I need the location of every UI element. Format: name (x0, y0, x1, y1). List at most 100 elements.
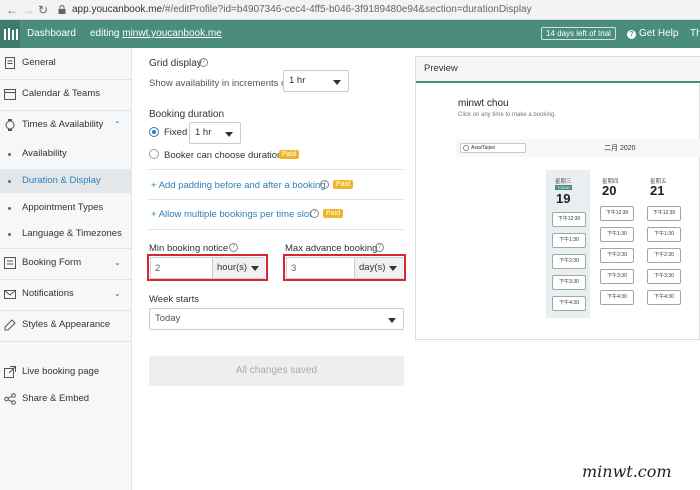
save-status-button: All changes saved (149, 356, 404, 386)
help-icon[interactable]: ? (229, 243, 238, 252)
sidebar-item-notifications[interactable]: Notifications ⌄ (0, 281, 132, 307)
max-advance-unit: day(s) (359, 262, 386, 273)
booking-duration-title: Booking duration (149, 109, 225, 120)
booker-choose-label: Booker can choose duration (164, 150, 283, 161)
time-slot-button[interactable]: 下午2:30 (600, 248, 634, 263)
sidebar-item-label: Calendar & Teams (22, 88, 100, 99)
divider (148, 199, 404, 200)
editing-site-link[interactable]: minwt.youcanbook.me (122, 28, 222, 39)
sidebar-item-label: Times & Availability (22, 119, 104, 130)
time-slot-button[interactable]: 下午3:30 (647, 269, 681, 284)
min-notice-unit-select[interactable]: hour(s) (212, 258, 265, 278)
time-slot-button[interactable]: 下午3:30 (552, 275, 586, 290)
booker-choose-radio[interactable] (149, 149, 159, 159)
sidebar-subitem-appointment-types[interactable]: Appointment Types (0, 196, 132, 220)
time-slot-button[interactable]: 下午4:30 (647, 290, 681, 305)
max-advance-field[interactable]: 3 day(s) (286, 257, 403, 279)
time-slot-button[interactable]: 下午2:30 (647, 248, 681, 263)
sidebar-subitem-duration-display[interactable]: Duration & Display (0, 169, 132, 193)
divider (0, 310, 132, 311)
bullet (8, 233, 11, 236)
url-host: app.youcanbook.me (72, 4, 163, 15)
sidebar-item-live-booking-page[interactable]: Live booking page (0, 359, 132, 385)
help-icon[interactable]: ? (320, 180, 329, 189)
app-logo-icon[interactable] (0, 20, 20, 48)
week-starts-value: Today (155, 313, 181, 324)
fixed-duration-value: 1 hr (195, 127, 212, 138)
bullet (8, 153, 11, 156)
grid-display-title: Grid display (149, 58, 202, 69)
caret-down-icon (333, 80, 341, 85)
paid-badge: Paid (279, 150, 300, 159)
time-slot-button[interactable]: 下午3:30 (600, 269, 634, 284)
divider (148, 229, 404, 230)
editing-label: editing minwt.youcanbook.me (90, 28, 222, 39)
time-slot-button[interactable]: 下午2:30 (552, 254, 586, 269)
preview-name: minwt chou (458, 98, 509, 109)
fixed-duration-select[interactable]: 1 hr (189, 122, 241, 144)
divider (0, 279, 132, 280)
grid-increment-value: 1 hr (289, 75, 306, 86)
bullet (8, 207, 11, 210)
time-slot-button[interactable]: 下午12:30 (600, 206, 634, 221)
sidebar-item-label: Share & Embed (22, 393, 90, 404)
preview-subtitle: Click on any time to make a booking. (458, 112, 557, 118)
time-slot-button[interactable]: 下午12:30 (647, 206, 681, 221)
sidebar-subitem-language-timezones[interactable]: Language & Timezones (0, 222, 132, 246)
today-badge: TODAY (555, 185, 573, 190)
sidebar-item-calendar-teams[interactable]: Calendar & Teams (0, 81, 132, 107)
trial-badge[interactable]: 14 days left of trial (541, 27, 616, 40)
watermark: minwt.com (582, 462, 672, 481)
back-icon[interactable]: ← (6, 3, 18, 17)
get-help-button[interactable]: ? Get Help (627, 28, 678, 39)
time-slot-button[interactable]: 下午4:30 (600, 290, 634, 305)
multiple-bookings-link[interactable]: + Allow multiple bookings per time slot (151, 209, 312, 220)
min-notice-unit: hour(s) (217, 262, 248, 273)
calendar-icon (4, 89, 16, 100)
timezone-value: Asia/Taipei (471, 145, 496, 151)
time-slot-button[interactable]: 下午1:30 (552, 233, 586, 248)
time-slot-button[interactable]: 下午1:30 (647, 227, 681, 242)
add-padding-link[interactable]: + Add padding before and after a booking (151, 180, 326, 191)
app-header: Dashboard editing minwt.youcanbook.me 14… (0, 20, 700, 48)
sidebar-item-styles-appearance[interactable]: Styles & Appearance (0, 312, 132, 338)
forward-icon[interactable]: → (22, 3, 34, 17)
address-bar[interactable]: app.youcanbook.me/#/editProfile?id=b4907… (72, 4, 532, 15)
help-icon[interactable]: ? (199, 58, 208, 67)
reload-icon[interactable]: ↻ (38, 3, 48, 17)
min-notice-field[interactable]: 2 hour(s) (150, 257, 265, 279)
sidebar-subitem-label: Duration & Display (22, 175, 101, 186)
sidebar: General Calendar & Teams Times & Availab… (0, 48, 132, 490)
time-slot-button[interactable]: 下午4:30 (552, 296, 586, 311)
time-slot-button[interactable]: 下午1:30 (600, 227, 634, 242)
caret-down-icon (251, 266, 259, 271)
document-icon (5, 57, 15, 69)
max-advance-value[interactable]: 3 (291, 263, 296, 274)
timezone-select[interactable]: Asia/Taipei (460, 143, 526, 153)
grid-increment-select[interactable]: 1 hr (283, 70, 349, 92)
help-icon[interactable]: ? (375, 243, 384, 252)
user-menu[interactable]: Th (690, 28, 700, 39)
dashboard-link[interactable]: Dashboard (27, 28, 76, 39)
sidebar-subitem-label: Appointment Types (22, 202, 104, 213)
external-link-icon (4, 366, 16, 378)
sidebar-item-times-availability[interactable]: Times & Availability ⌃ (0, 112, 132, 138)
editing-prefix: editing (90, 28, 120, 39)
booking-preview: Preview minwt chou Click on any time to … (415, 56, 700, 340)
sidebar-item-share-embed[interactable]: Share & Embed (0, 386, 132, 412)
sidebar-item-booking-form[interactable]: Booking Form ⌄ (0, 250, 132, 276)
time-slot-button[interactable]: 下午12:30 (552, 212, 586, 227)
max-advance-unit-select[interactable]: day(s) (354, 258, 403, 278)
max-advance-label: Max advance booking (285, 243, 378, 254)
form-icon (4, 257, 16, 269)
min-notice-value[interactable]: 2 (155, 263, 160, 274)
sidebar-subitem-availability[interactable]: Availability (0, 142, 132, 166)
divider (0, 341, 132, 342)
week-starts-select[interactable]: Today (149, 308, 404, 330)
divider (0, 79, 132, 80)
preview-header: Preview (416, 57, 700, 83)
sidebar-item-general[interactable]: General (0, 50, 132, 76)
get-help-label: Get Help (639, 28, 679, 39)
fixed-radio[interactable] (149, 127, 159, 137)
help-icon[interactable]: ? (310, 209, 319, 218)
